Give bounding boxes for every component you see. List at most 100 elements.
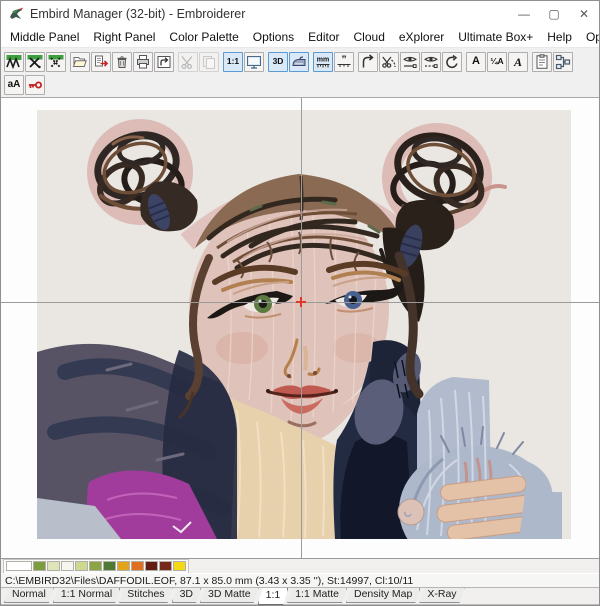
letters-script-button[interactable]: A	[508, 52, 528, 72]
fit-screen-button[interactable]	[244, 52, 264, 72]
color-swatch[interactable]	[89, 561, 102, 571]
workspace[interactable]	[1, 98, 599, 558]
font-size-button[interactable]: aA	[4, 75, 24, 95]
view-tab[interactable]: 3D Matte	[200, 588, 259, 603]
color-swatch[interactable]	[6, 561, 32, 571]
menu-item[interactable]: Middle Panel	[3, 28, 86, 46]
redraw-button[interactable]	[358, 52, 378, 72]
redraw-arrow-icon	[360, 54, 376, 70]
toolbar-group-file	[70, 52, 174, 72]
view-tab[interactable]: Normal	[4, 588, 54, 603]
center-marker-vertical	[300, 297, 302, 307]
open-folder-icon	[72, 54, 88, 70]
color-swatch[interactable]	[75, 561, 88, 571]
color-swatch[interactable]	[61, 561, 74, 571]
red-key-icon	[27, 77, 43, 93]
menu-item[interactable]: Color Palette	[162, 28, 245, 46]
close-button[interactable]: ✕	[569, 1, 599, 26]
color-swatch[interactable]	[173, 561, 186, 571]
copy-button[interactable]	[199, 52, 219, 72]
embroidery-design-daffodil	[37, 110, 571, 539]
units-mm-button[interactable]: mm	[313, 52, 333, 72]
color-swatch[interactable]	[33, 561, 46, 571]
color-swatch[interactable]	[103, 561, 116, 571]
clipboard-page-icon	[534, 54, 550, 70]
status-bar: C:\EMBIRD32\Files\DAFFODIL.EOF, 87.1 x 8…	[1, 573, 599, 588]
cut-button[interactable]	[178, 52, 198, 72]
menu-item[interactable]: eXplorer	[392, 28, 451, 46]
view-3d-icon: 3D	[273, 57, 284, 66]
menu-bar: Middle PanelRight PanelColor PaletteOpti…	[1, 26, 599, 48]
import-file-button[interactable]	[91, 52, 111, 72]
svg-text:mm: mm	[317, 56, 329, 63]
view-tab[interactable]: X-Ray	[419, 588, 464, 603]
password-key-button[interactable]	[25, 75, 45, 95]
menu-item[interactable]: Editor	[301, 28, 346, 46]
letter-a-small-icon: ¼A	[490, 57, 503, 66]
toolbar-group-display	[4, 52, 66, 72]
open-file-button[interactable]	[70, 52, 90, 72]
export-window-icon	[156, 54, 172, 70]
view-3d-button[interactable]: 3D	[268, 52, 288, 72]
toolbar-row-2: aA	[4, 73, 599, 96]
maximize-button[interactable]: ▢	[539, 1, 569, 26]
menu-item[interactable]: Ultimate Box+	[451, 28, 540, 46]
color-swatch[interactable]	[47, 561, 60, 571]
window-title: Embird Manager (32-bit) - Embroiderer	[30, 7, 245, 21]
menu-item[interactable]: Right Panel	[86, 28, 162, 46]
copy-pages-icon	[201, 54, 217, 70]
stitch-display-button[interactable]	[4, 52, 24, 72]
matte-iron-icon	[291, 54, 307, 70]
show-connections-button[interactable]	[400, 52, 420, 72]
rotate-refresh-icon	[444, 54, 460, 70]
view-tab[interactable]: 1:1	[258, 588, 289, 605]
letters-button[interactable]: A	[466, 52, 486, 72]
crosshair-vertical	[301, 98, 302, 558]
export-window-button[interactable]	[154, 52, 174, 72]
refresh-button[interactable]	[442, 52, 462, 72]
window-controls: — ▢ ✕	[509, 1, 599, 26]
units-inch-button[interactable]: ”	[334, 52, 354, 72]
zoom-1to1-icon: 1:1	[227, 57, 239, 66]
view-tab[interactable]: Stitches	[119, 588, 172, 603]
hide-connections-button[interactable]	[421, 52, 441, 72]
stitch-zigzag-icon	[6, 54, 22, 70]
matte-view-button[interactable]	[289, 52, 309, 72]
menu-item[interactable]: Help	[540, 28, 579, 46]
clipboard-button[interactable]	[532, 52, 552, 72]
color-swatch[interactable]	[145, 561, 158, 571]
toolbar-group-3d: 3D	[268, 52, 309, 72]
view-tab[interactable]: 1:1 Matte	[287, 588, 347, 603]
menu-item[interactable]: Options	[246, 28, 301, 46]
scissors-cut-icon	[180, 54, 196, 70]
trim-button[interactable]	[379, 52, 399, 72]
sew-simulator-alt-button[interactable]	[46, 52, 66, 72]
color-swatch[interactable]	[131, 561, 144, 571]
trash-icon	[114, 54, 130, 70]
toolbar: 1:1 3D mm ” A ¼A A	[1, 48, 599, 98]
minimize-button[interactable]: —	[509, 1, 539, 26]
delete-button[interactable]	[112, 52, 132, 72]
view-tab[interactable]: 3D	[172, 588, 201, 603]
view-tab[interactable]: Density Map	[346, 588, 420, 603]
toolbar-group-stitch-tools	[358, 52, 462, 72]
printer-icon	[135, 54, 151, 70]
design-area[interactable]	[37, 110, 571, 539]
toolbar-group-lettering: A ¼A A	[466, 52, 528, 72]
toolbar-group-font: aA	[4, 75, 45, 95]
title-bar: Embird Manager (32-bit) - Embroiderer — …	[1, 1, 599, 26]
color-swatch[interactable]	[159, 561, 172, 571]
letters-small-button[interactable]: ¼A	[487, 52, 507, 72]
toolbar-group-misc	[532, 52, 573, 72]
eye-connection-dashed-icon	[423, 54, 439, 70]
menu-item[interactable]: Optional Plug-ins	[579, 28, 600, 46]
color-swatch[interactable]	[117, 561, 130, 571]
print-button[interactable]	[133, 52, 153, 72]
sew-simulator-button[interactable]	[25, 52, 45, 72]
file-info-text: C:\EMBIRD32\Files\DAFFODIL.EOF, 87.1 x 8…	[5, 575, 413, 587]
zoom-1to1-button[interactable]: 1:1	[223, 52, 243, 72]
view-tab[interactable]: 1:1 Normal	[53, 588, 120, 603]
organize-button[interactable]	[553, 52, 573, 72]
eye-connection-solid-icon	[402, 54, 418, 70]
menu-item[interactable]: Cloud	[347, 28, 392, 46]
